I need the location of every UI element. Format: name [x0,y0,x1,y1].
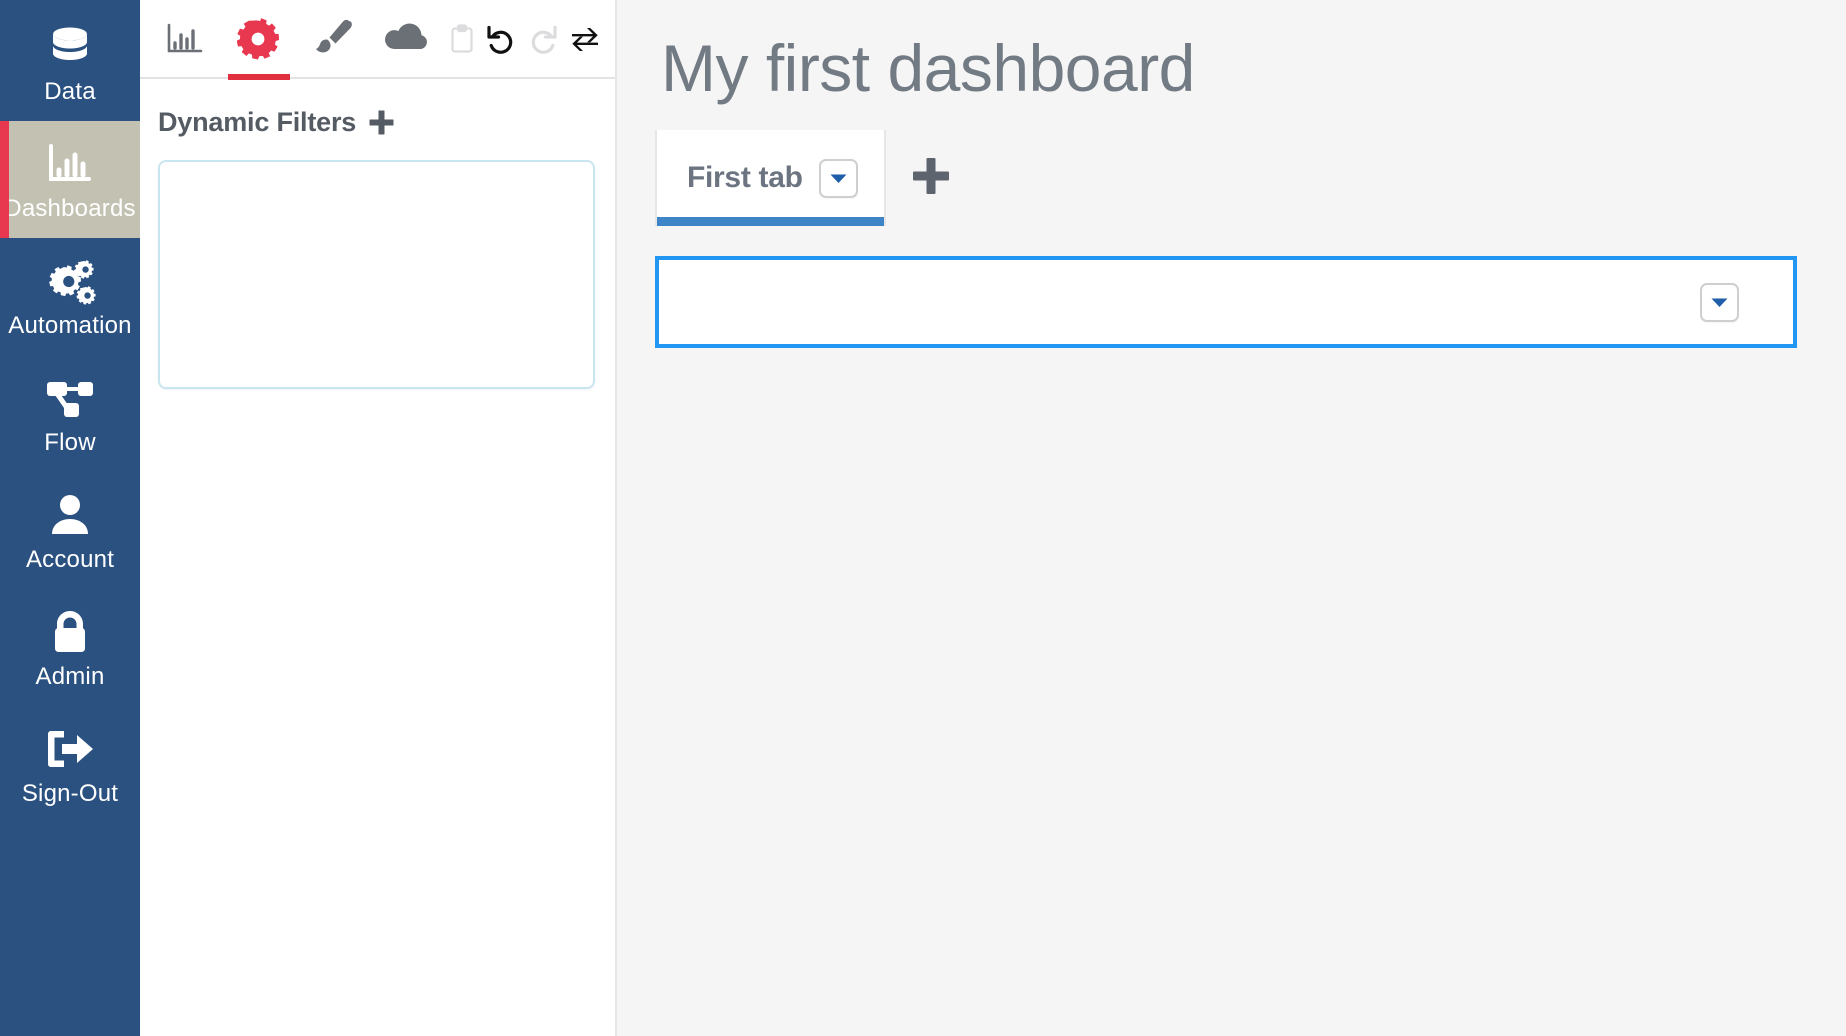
toolbar-swap-button[interactable] [564,0,606,78]
database-icon [43,21,97,73]
editor-toolbar [140,0,615,80]
redo-icon [528,24,558,54]
sidebar-item-label: Flow [44,428,96,456]
bar-chart-icon [165,21,205,57]
editor-panel-body: Dynamic Filters [140,79,615,1036]
chevron-down-icon [1711,297,1728,308]
plus-icon[interactable] [368,109,395,136]
dashboard-tabs-bar: First tab [617,130,1846,226]
tab-menu-button[interactable] [818,158,858,198]
sidebar-item-signout[interactable]: Sign-Out [0,706,140,823]
add-tab-button[interactable] [886,130,976,226]
widget-dropdown-button[interactable] [1700,282,1739,322]
dashboard-editor-panel: Dynamic Filters [140,0,617,1036]
swap-arrows-icon [570,26,600,52]
dashboard-canvas[interactable] [617,226,1846,1036]
gear-icon [237,17,281,61]
dynamic-filters-header: Dynamic Filters [158,107,595,138]
sidebar-item-automation[interactable]: Automation [0,238,140,355]
chevron-down-icon [830,173,847,184]
plus-icon [911,156,951,201]
sidebar-item-label: Data [44,77,96,105]
application-window: Data Dashboards Automation Flow Account … [0,0,1846,1036]
sidebar-item-label: Account [25,545,115,573]
dashboard-main: My first dashboard First tab [617,0,1846,1036]
tab-first-tab[interactable]: First tab [655,130,886,226]
toolbar-clipboard-button[interactable] [444,0,480,78]
toolbar-settings-button[interactable] [222,0,296,80]
lock-icon [43,606,97,658]
sidebar-item-flow[interactable]: Flow [0,355,140,472]
gears-icon [43,255,97,307]
clipboard-icon [450,23,474,54]
undo-icon [486,24,516,54]
toolbar-redo-button[interactable] [522,0,564,78]
user-icon [43,489,97,541]
page-title: My first dashboard [661,31,1195,105]
sidebar-item-admin[interactable]: Admin [0,589,140,706]
sidebar-item-label: Dashboards [4,194,136,222]
dynamic-filters-dropzone[interactable] [158,160,595,389]
toolbar-publish-button[interactable] [370,0,444,78]
sidebar-item-label: Automation [8,311,132,339]
paintbrush-icon [311,18,355,60]
dynamic-filters-title: Dynamic Filters [158,107,357,137]
cloud-icon [383,22,431,56]
toolbar-undo-button[interactable] [480,0,522,78]
sidebar-item-label: Admin [35,662,105,690]
bar-chart-icon [43,138,97,190]
sidebar-item-account[interactable]: Account [0,472,140,589]
sign-out-icon [43,723,97,775]
tab-label: First tab [687,161,803,194]
primary-sidebar: Data Dashboards Automation Flow Account … [0,0,140,1036]
toolbar-charts-button[interactable] [148,0,222,78]
flow-nodes-icon [43,372,97,424]
widget-dropdown-select[interactable] [655,256,1797,348]
sidebar-item-label: Sign-Out [21,779,119,807]
sidebar-item-dashboards[interactable]: Dashboards [0,121,140,238]
sidebar-item-data[interactable]: Data [0,4,140,121]
toolbar-style-button[interactable] [296,0,370,78]
